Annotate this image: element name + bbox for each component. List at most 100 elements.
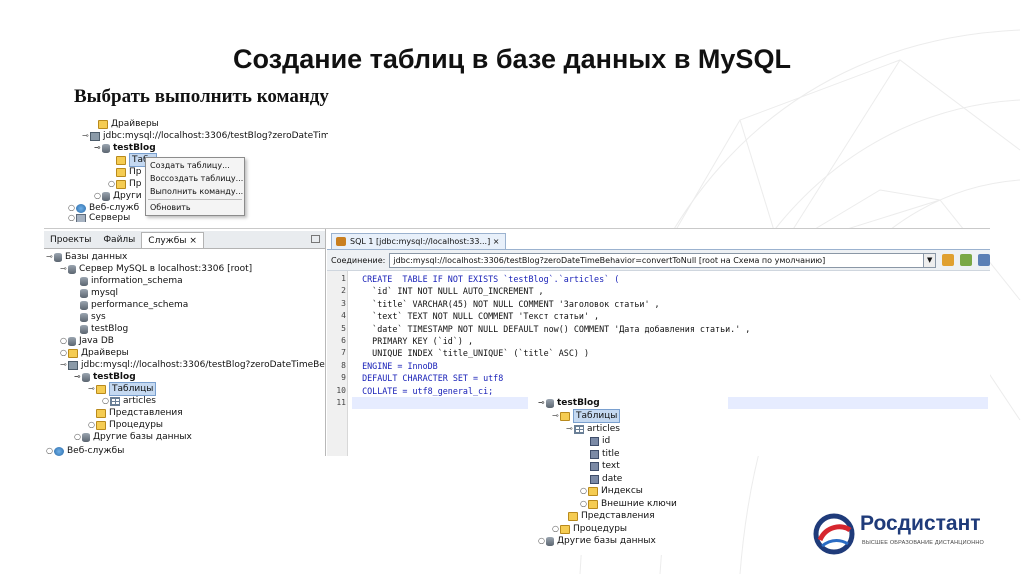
folder-icon (116, 179, 126, 189)
folder-icon (96, 408, 106, 418)
tree-node-other-databases[interactable]: ○ Други (94, 190, 142, 202)
connection-select[interactable]: jdbc:mysql://localhost:3306/testBlog?zer… (389, 252, 937, 268)
line-number: 2 (341, 286, 346, 296)
folder-icon (116, 155, 126, 165)
tree-node-information-schema[interactable]: information_schema (80, 275, 183, 287)
logo-name: Росдистант (860, 512, 981, 535)
tree-node-articles[interactable]: ⊸ articles (566, 423, 620, 435)
minimize-icon[interactable] (311, 235, 320, 243)
chevron-down-icon[interactable]: ▼ (923, 253, 936, 267)
expand-toggle-icon[interactable]: ○ (68, 212, 76, 222)
code-line: ENGINE = InnoDB (352, 360, 438, 371)
logo-tagline: ВЫСШЕЕ ОБРАЗОВАНИЕ ДИСТАНЦИОННО (862, 540, 985, 546)
database-icon (80, 288, 88, 298)
tree-node-connection[interactable]: ⊸ jdbc:mysql://localhost:3306/testBlog?ze… (60, 359, 325, 371)
connection-icon (90, 131, 100, 141)
globe-icon (54, 446, 64, 456)
rosdistant-logo-icon (813, 513, 855, 555)
execute-icon[interactable] (960, 254, 973, 266)
database-icon (546, 398, 554, 408)
tree-node-drivers[interactable]: ○ Драйверы (60, 347, 129, 359)
tree-node-testblog-db[interactable]: testBlog (80, 323, 128, 335)
tree-node-tables[interactable]: ⊸ Таблицы (88, 382, 157, 396)
tree-node-articles[interactable]: ○ articles (102, 395, 156, 407)
tree-node-performance-schema[interactable]: performance_schema (80, 299, 188, 311)
tree-node-other-databases[interactable]: ○ Другие базы данных (538, 535, 656, 547)
tree-node-procedures[interactable]: ○ Процедуры (88, 419, 163, 431)
table-icon (574, 424, 584, 434)
tree-node-web-services[interactable]: ○ Веб-службы (46, 445, 124, 456)
database-icon (80, 300, 88, 310)
tree-node-connection[interactable]: ⊸ jdbc:mysql://localhost:3306/testBlog?ze… (82, 130, 328, 142)
folder-icon (588, 486, 598, 496)
tree-node-sys[interactable]: sys (80, 311, 106, 323)
tree-node-testblog[interactable]: ⊸ testBlog (538, 397, 600, 409)
menu-item-execute-command[interactable]: Выполнить команду... (146, 185, 244, 198)
line-number-gutter: 1 2 3 4 5 6 7 8 9 10 11 (327, 271, 348, 456)
tree-node-column-id[interactable]: id (590, 435, 610, 447)
line-number: 8 (341, 360, 346, 370)
line-number: 3 (341, 298, 346, 308)
line-number: 5 (341, 323, 346, 333)
tree-node-databases[interactable]: ⊸ Базы данных (46, 251, 127, 263)
run-sql-icon[interactable] (942, 254, 955, 266)
column-icon (590, 449, 599, 459)
tree-node-drivers[interactable]: Драйверы (90, 118, 159, 130)
tree-node-java-db[interactable]: ○ Java DB (60, 335, 114, 347)
tree-node-servers[interactable]: ○ Серверы (68, 212, 130, 222)
menu-item-create-table[interactable]: Создать таблицу... (146, 159, 244, 172)
database-icon (546, 536, 554, 546)
tree-node-indexes[interactable]: ○ Индексы (580, 485, 643, 497)
pane-tabs: Проекты Файлы Службы × (44, 231, 325, 249)
history-icon[interactable] (978, 254, 990, 266)
database-icon (102, 143, 110, 153)
expand-toggle-icon[interactable]: ○ (108, 178, 116, 190)
line-number: 9 (341, 373, 346, 383)
tree-node-mysql[interactable]: mysql (80, 287, 118, 299)
line-number: 1 (341, 274, 346, 283)
database-icon (80, 312, 88, 322)
tree-node-views[interactable]: Представления (560, 510, 655, 522)
tab-files[interactable]: Файлы (97, 232, 141, 248)
folder-icon (68, 348, 78, 358)
folder-icon (560, 524, 570, 534)
close-icon[interactable]: × (189, 236, 197, 246)
tree-node-column-title[interactable]: title (590, 448, 620, 460)
folder-icon (98, 119, 108, 129)
tree-node-foreign-keys[interactable]: ○ Внешние ключи (580, 498, 677, 510)
tree-node-procedures[interactable]: ○ Пр (108, 178, 141, 190)
collapse-toggle-icon[interactable]: ⊸ (94, 142, 102, 154)
services-pane: Проекты Файлы Службы × ⊸ Базы данных ⊸ Сер… (44, 229, 326, 456)
collapse-toggle-icon[interactable]: ⊸ (82, 130, 90, 142)
database-icon (102, 191, 110, 201)
connection-label: Соединение: (331, 255, 386, 265)
menu-item-refresh[interactable]: Обновить (146, 201, 244, 214)
tab-services[interactable]: Службы × (141, 231, 204, 248)
tree-node-column-text[interactable]: text (590, 460, 620, 472)
folder-icon (568, 511, 578, 521)
code-line: PRIMARY KEY (`id`) , (352, 336, 474, 346)
code-line: CREATE TABLE IF NOT EXISTS `testBlog`.`a… (352, 274, 620, 284)
tree-node-procedures[interactable]: ○ Процедуры (552, 523, 627, 535)
tree-node-views[interactable]: Представления (88, 407, 183, 419)
menu-item-recreate-table[interactable]: Воссоздать таблицу... (146, 172, 244, 185)
close-icon[interactable]: × (493, 237, 500, 246)
database-icon (68, 336, 76, 346)
table-icon (110, 396, 120, 406)
folder-icon (116, 167, 126, 177)
tree-node-tables[interactable]: ⊸ Таблицы (552, 409, 621, 423)
tree-node-mysql-server[interactable]: ⊸ Сервер MySQL в localhost:3306 [root] (60, 263, 252, 275)
code-line: `title` VARCHAR(45) NOT NULL COMMENT 'За… (352, 298, 660, 309)
database-icon (54, 252, 62, 262)
line-number: 11 (336, 398, 346, 407)
tree-node-views[interactable]: Пр (108, 166, 141, 178)
editor-tab-sql1[interactable]: SQL 1 [jdbc:mysql://localhost:33...] × (331, 233, 507, 249)
slide-subtitle: Выбрать выполнить команду (74, 86, 329, 107)
slide-title: Создание таблиц в базе данных в MySQL (233, 44, 791, 74)
tab-projects[interactable]: Проекты (44, 232, 97, 248)
tree-node-column-date[interactable]: date (590, 473, 622, 485)
expand-toggle-icon[interactable]: ○ (94, 190, 102, 202)
folder-icon (96, 420, 106, 430)
server-icon (76, 213, 86, 222)
tree-node-other-databases[interactable]: ○ Другие базы данных (74, 431, 192, 443)
